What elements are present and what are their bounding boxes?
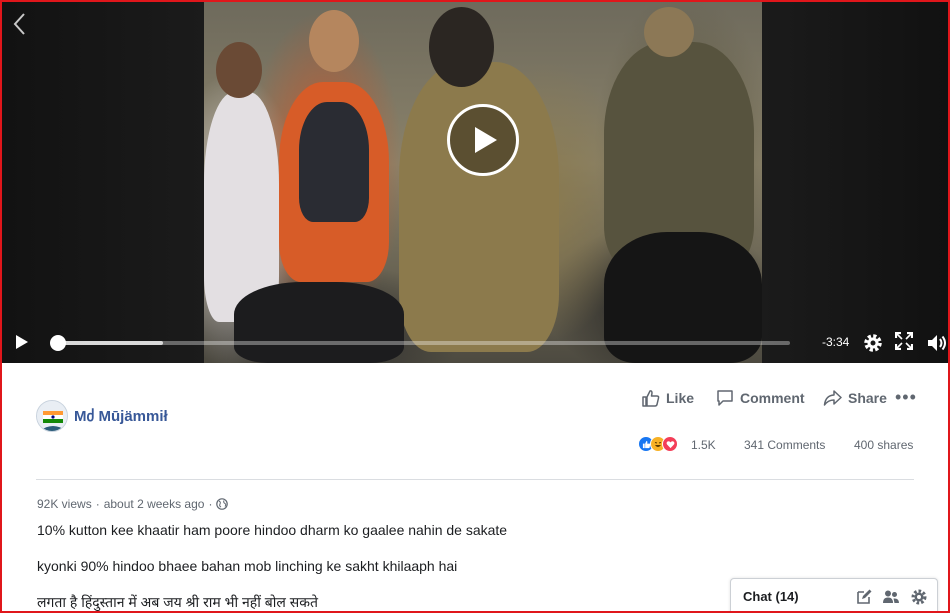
video-letterbox-right [762, 2, 948, 363]
chevron-left-icon[interactable] [12, 12, 32, 38]
post-text-line: 10% kutton kee khaatir ham poore hindoo … [37, 522, 508, 538]
play-button[interactable] [14, 333, 32, 353]
globe-icon [216, 498, 229, 510]
seek-bar[interactable] [50, 335, 790, 351]
gear-icon[interactable] [862, 332, 884, 354]
separator-dot: · [208, 497, 213, 511]
volume-icon[interactable] [926, 332, 948, 354]
more-options-icon[interactable]: ••• [895, 388, 917, 406]
post-text-line: kyonki 90% hindoo bhaee bahan mob linchi… [37, 558, 458, 574]
video-frame [204, 2, 762, 363]
app-frame: -3:34 Mძ Mūjämmił Like Comment Share •••… [0, 0, 950, 613]
comments-count[interactable]: 341 Comments [744, 438, 825, 452]
play-icon[interactable] [447, 104, 519, 176]
love-reaction-icon [662, 436, 678, 452]
video-player[interactable]: -3:34 [2, 2, 948, 363]
avatar[interactable] [36, 400, 68, 432]
seek-handle[interactable] [50, 335, 66, 351]
thumbs-up-icon [642, 390, 660, 407]
fullscreen-icon[interactable] [894, 331, 917, 354]
views-count: 92K views [37, 497, 92, 511]
shares-count[interactable]: 400 shares [854, 438, 913, 452]
reaction-icons[interactable] [638, 436, 678, 452]
reactions-count[interactable]: 1.5K [691, 438, 716, 452]
like-button[interactable]: Like [642, 388, 694, 408]
author-name[interactable]: Mძ Mūjämmił [74, 407, 168, 425]
post-meta: 92K views · about 2 weeks ago · [37, 497, 229, 511]
gear-icon[interactable] [910, 588, 928, 606]
divider [36, 479, 914, 480]
time-remaining: -3:34 [822, 335, 850, 349]
comment-label: Comment [740, 390, 805, 406]
comment-button[interactable]: Comment [716, 388, 805, 408]
compose-icon[interactable] [855, 588, 873, 606]
separator-dot: · [95, 497, 100, 511]
comment-bubble-icon [717, 390, 733, 406]
share-button[interactable]: Share [823, 388, 887, 408]
video-controls: -3:34 [2, 324, 948, 362]
video-letterbox-left [2, 2, 204, 363]
like-label: Like [666, 390, 695, 406]
timestamp[interactable]: about 2 weeks ago [104, 497, 205, 511]
buffer-fill [52, 341, 163, 345]
chat-bar[interactable]: Chat (14) [730, 578, 938, 611]
share-arrow-icon [823, 390, 842, 406]
post-text-line: लगता है हिंदुस्तान में अब जय श्री राम भी… [37, 594, 318, 610]
chat-label[interactable]: Chat (14) [743, 589, 799, 604]
share-label: Share [848, 390, 887, 406]
contacts-icon[interactable] [882, 588, 900, 606]
